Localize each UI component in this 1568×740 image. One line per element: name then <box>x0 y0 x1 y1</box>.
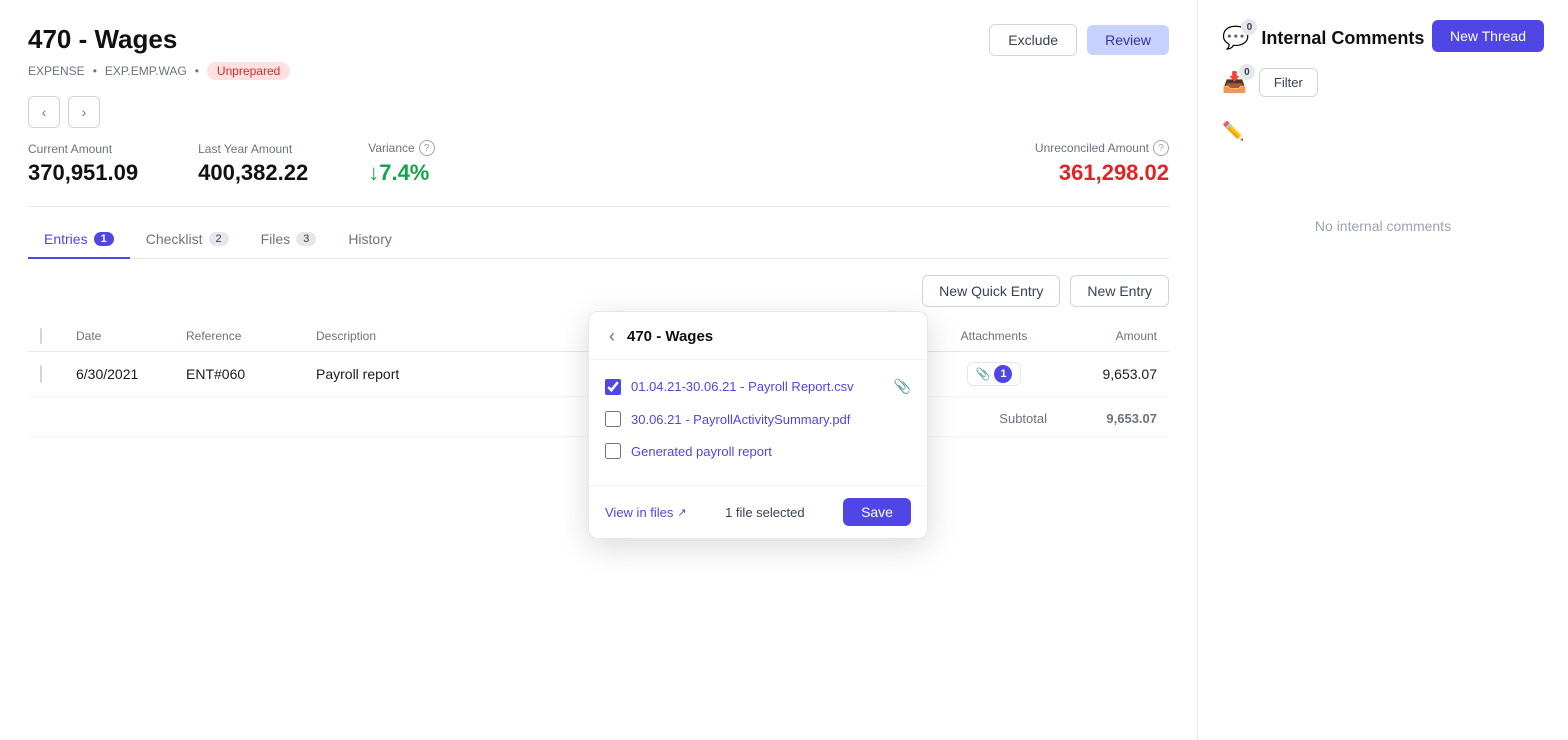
file-checkbox-1[interactable] <box>605 379 621 395</box>
popup-title: 470 - Wages <box>627 328 713 345</box>
current-amount-label: Current Amount <box>28 142 112 156</box>
table-container: Date Reference Description Attachments A… <box>28 321 1169 437</box>
page-title: 470 - Wages <box>28 24 177 55</box>
list-item: 01.04.21-30.06.21 - Payroll Report.csv 📎 <box>605 370 911 403</box>
view-in-files-label: View in files <box>605 505 673 520</box>
review-button[interactable]: Review <box>1087 25 1169 55</box>
save-button[interactable]: Save <box>843 498 911 526</box>
subtotal-amount: 9,653.07 <box>1059 397 1169 437</box>
category-label: EXPENSE <box>28 64 85 78</box>
nav-arrows: ‹ › <box>28 96 1169 128</box>
exclude-button[interactable]: Exclude <box>989 24 1077 56</box>
status-badge: Unprepared <box>207 62 290 80</box>
new-entry-button[interactable]: New Entry <box>1070 275 1169 307</box>
last-year-value: 400,382.22 <box>198 160 308 186</box>
header-meta: EXPENSE • EXP.EMP.WAG • Unprepared <box>28 62 1169 80</box>
popup-back-button[interactable]: ‹ <box>605 326 619 347</box>
internal-comments-panel: 💬 0 Internal Comments New Thread 📥 0 Fil… <box>1198 0 1568 740</box>
col-header-amount: Amount <box>1059 321 1169 352</box>
variance-value: ↓7.4% <box>368 160 434 186</box>
popup-header: ‹ 470 - Wages <box>589 312 927 360</box>
tab-files[interactable]: Files 3 <box>245 223 333 259</box>
inbox-icon-button[interactable]: 📥 0 <box>1222 70 1247 95</box>
variance-info-icon: ? <box>419 140 435 156</box>
file-link-1[interactable]: 01.04.21-30.06.21 - Payroll Report.csv <box>631 379 884 394</box>
file-checkbox-2[interactable] <box>605 411 621 427</box>
edit-icon-button[interactable]: ✏️ <box>1222 121 1244 142</box>
view-in-files-link[interactable]: View in files ↗ <box>605 505 687 520</box>
comment-count-badge: 0 <box>1241 19 1257 35</box>
col-header-date: Date <box>64 321 174 352</box>
list-item: Generated payroll report <box>605 435 911 467</box>
table-toolbar: New Quick Entry New Entry <box>28 275 1169 307</box>
tab-checklist[interactable]: Checklist 2 <box>130 223 245 259</box>
metrics-row: Current Amount 370,951.09 Last Year Amou… <box>28 140 1169 186</box>
file-link-3[interactable]: Generated payroll report <box>631 444 911 459</box>
prev-button[interactable]: ‹ <box>28 96 60 128</box>
inbox-count-badge: 0 <box>1239 64 1255 80</box>
popup-body: 01.04.21-30.06.21 - Payroll Report.csv 📎… <box>589 360 927 477</box>
row-attachments[interactable]: 📎 1 <box>929 352 1059 397</box>
new-quick-entry-button[interactable]: New Quick Entry <box>922 275 1060 307</box>
external-link-icon: ↗ <box>677 506 686 519</box>
list-item: 30.06.21 - PayrollActivitySummary.pdf <box>605 403 911 435</box>
internal-comments-title: Internal Comments <box>1261 28 1424 49</box>
file-checkbox-3[interactable] <box>605 443 621 459</box>
row-checkbox[interactable] <box>40 365 42 383</box>
next-button[interactable]: › <box>68 96 100 128</box>
unreconciled-metric: Unreconciled Amount ? 361,298.02 <box>1035 140 1169 186</box>
unreconciled-value: 361,298.02 <box>1035 160 1169 186</box>
no-comments-text: No internal comments <box>1222 218 1544 234</box>
attachment-count: 1 <box>994 365 1012 383</box>
variance-metric: Variance ? ↓7.4% <box>368 140 434 186</box>
new-thread-button[interactable]: New Thread <box>1432 20 1544 52</box>
current-amount-value: 370,951.09 <box>28 160 138 186</box>
row-amount: 9,653.07 <box>1059 352 1169 397</box>
paperclip-icon: 📎 <box>976 367 991 381</box>
row-date: 6/30/2021 <box>64 352 174 397</box>
unreconciled-label: Unreconciled Amount <box>1035 141 1149 155</box>
file-link-2[interactable]: 30.06.21 - PayrollActivitySummary.pdf <box>631 412 911 427</box>
subtotal-label: Subtotal <box>929 397 1059 437</box>
row-reference: ENT#060 <box>174 352 304 397</box>
variance-label: Variance <box>368 141 414 155</box>
right-panel-toolbar: 📥 0 Filter <box>1222 68 1544 97</box>
header-actions: Exclude Review <box>989 24 1169 56</box>
tab-history[interactable]: History <box>332 223 408 259</box>
file-picker-popup: ‹ 470 - Wages 01.04.21-30.06.21 - Payrol… <box>588 311 928 539</box>
col-header-reference: Reference <box>174 321 304 352</box>
right-panel-header: 💬 0 Internal Comments New Thread <box>1222 20 1544 52</box>
unreconciled-info-icon: ? <box>1153 140 1169 156</box>
edit-icon-area: ✏️ <box>1222 121 1544 142</box>
comments-icon-button[interactable]: 💬 0 <box>1222 25 1249 51</box>
tabs: Entries 1 Checklist 2 Files 3 History <box>28 223 1169 259</box>
icon-row: 💬 0 Internal Comments <box>1222 25 1424 51</box>
attachment-badge[interactable]: 📎 1 <box>967 362 1022 386</box>
code-label: EXP.EMP.WAG <box>105 64 187 78</box>
last-year-metric: Last Year Amount 400,382.22 <box>198 142 308 186</box>
col-header-attachments: Attachments <box>929 321 1059 352</box>
current-amount-metric: Current Amount 370,951.09 <box>28 142 138 186</box>
file-selected-count: 1 file selected <box>725 505 805 520</box>
filter-button[interactable]: Filter <box>1259 68 1318 97</box>
file-attach-icon-1[interactable]: 📎 <box>894 378 911 395</box>
select-all-checkbox[interactable] <box>40 328 42 344</box>
tab-entries[interactable]: Entries 1 <box>28 223 130 259</box>
popup-footer: View in files ↗ 1 file selected Save <box>589 485 927 538</box>
last-year-label: Last Year Amount <box>198 142 292 156</box>
